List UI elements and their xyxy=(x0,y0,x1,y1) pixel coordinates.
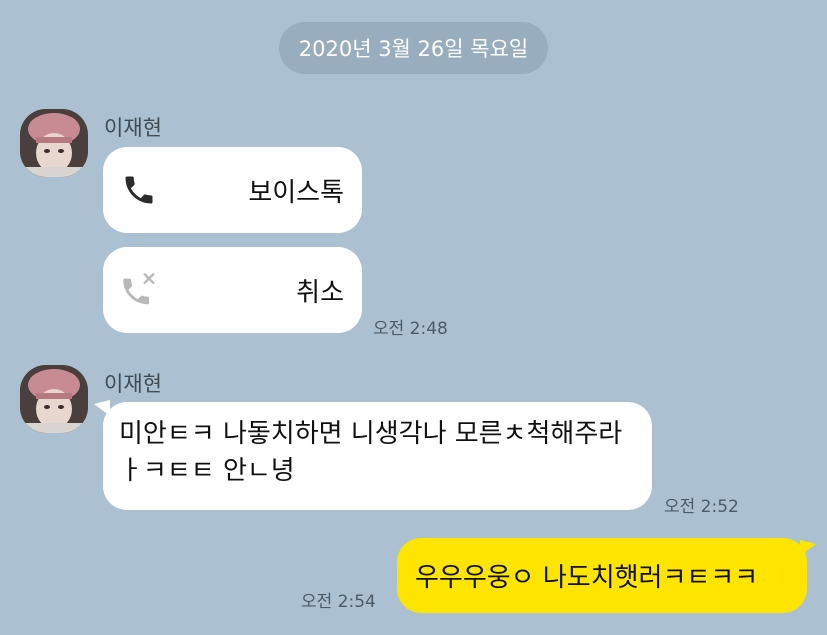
missed-call-icon xyxy=(119,270,159,310)
cancelled-call-bubble[interactable]: 취소 xyxy=(103,247,362,333)
call-label: 보이스톡 xyxy=(248,177,344,208)
outgoing-message-bubble[interactable]: 우우우웅ㅇ 나도치햇러ㅋㅌㅋㅋ xyxy=(397,538,807,613)
message-time: 오전 2:54 xyxy=(301,592,376,612)
message-time: 오전 2:48 xyxy=(373,319,448,339)
avatar[interactable] xyxy=(20,365,88,433)
avatar[interactable] xyxy=(20,109,88,177)
message-text: 우우우웅ㅇ 나도치햇러ㅋㅌㅋㅋ xyxy=(415,563,759,593)
bubble-tail xyxy=(800,540,816,556)
sender-name: 이재현 xyxy=(104,372,162,396)
voice-call-bubble[interactable]: 보이스톡 xyxy=(103,147,362,233)
call-label: 취소 xyxy=(296,277,344,308)
sender-name: 이재현 xyxy=(104,116,162,140)
phone-icon xyxy=(119,170,159,210)
incoming-message-bubble[interactable]: 미안ㅌㅋ 나돟치하면 니생각나 모른ㅊ척해주라ㅏㅋㅌㅌ 안ㄴ녕 xyxy=(103,402,652,510)
message-text: 미안ㅌㅋ 나돟치하면 니생각나 모른ㅊ척해주라ㅏㅋㅌㅌ 안ㄴ녕 xyxy=(119,419,623,486)
date-divider: 2020년 3월 26일 목요일 xyxy=(279,22,548,74)
message-time: 오전 2:52 xyxy=(664,497,739,517)
